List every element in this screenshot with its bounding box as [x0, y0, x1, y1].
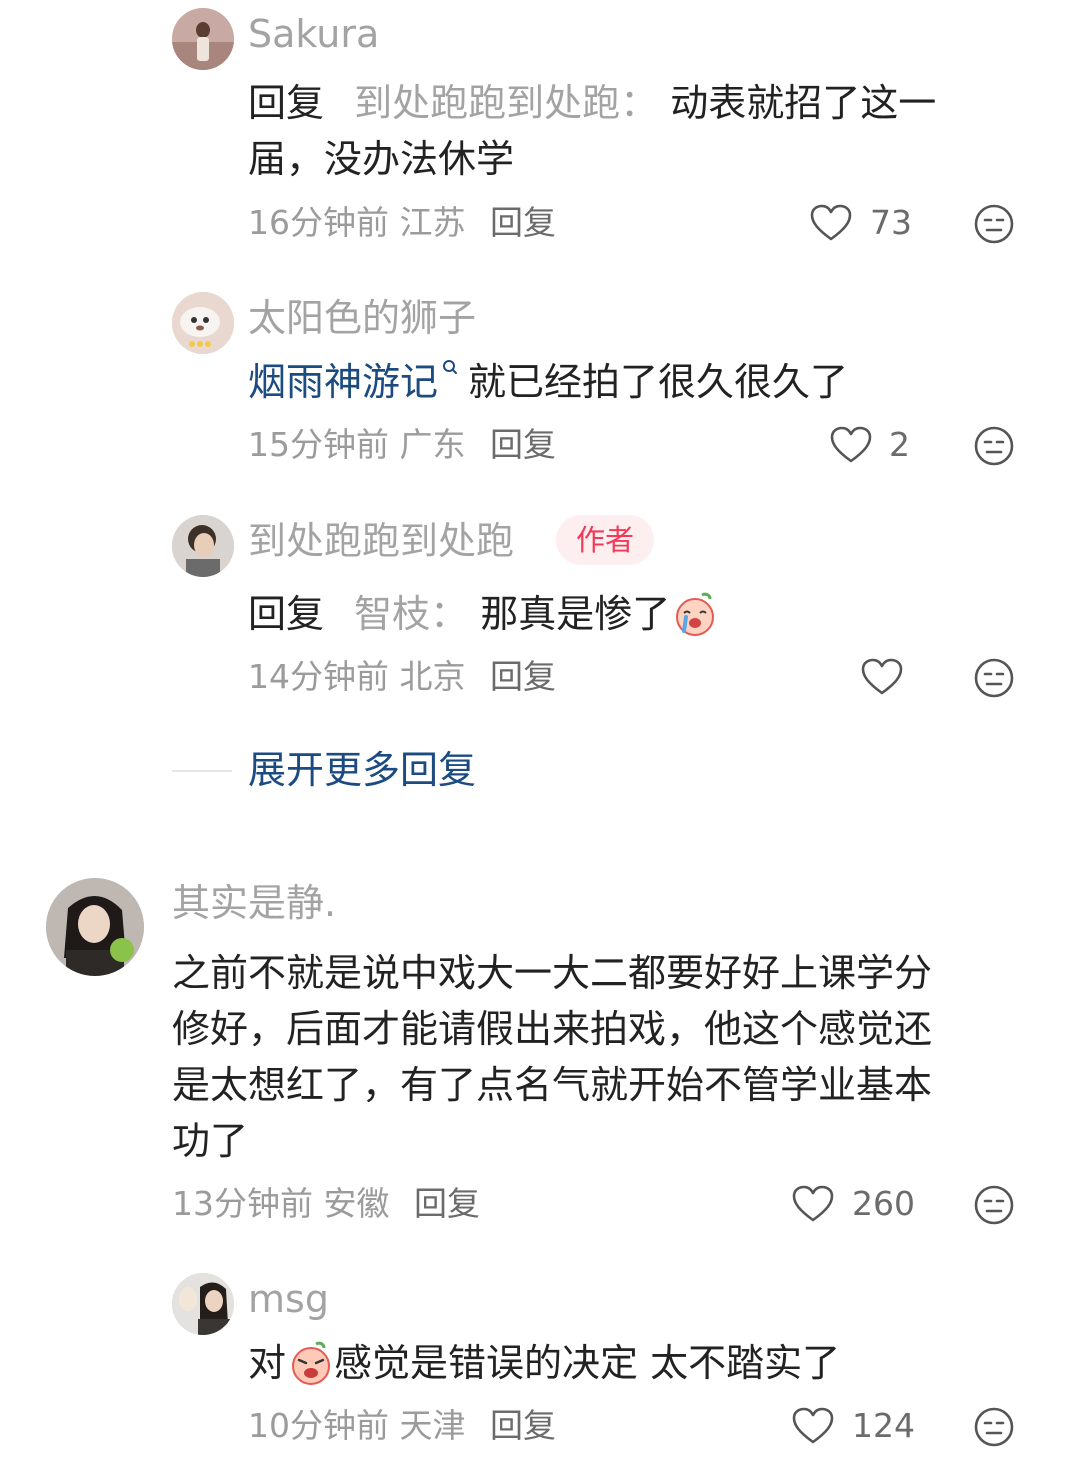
expand-more-replies[interactable]: 展开更多回复 [248, 751, 476, 789]
reply-button[interactable]: 回复 [490, 657, 556, 696]
comment-meta: 16分钟前 江苏 回复 [248, 206, 556, 239]
comment-text: 对 感觉是错误的决定 太不踏实了 [248, 1335, 840, 1391]
comment-text-continued: 届，没办法休学 [248, 137, 515, 181]
reply-button[interactable]: 回复 [490, 203, 556, 242]
timestamp: 16分钟前 [248, 203, 389, 242]
heart-outline-icon[interactable] [792, 1185, 834, 1223]
heart-outline-icon[interactable] [792, 1407, 834, 1445]
username[interactable]: Sakura [248, 15, 379, 53]
location: 天津 [399, 1406, 466, 1445]
like-count: 260 [852, 1184, 915, 1223]
topic-link[interactable]: 烟雨神游记 [248, 360, 438, 404]
username[interactable]: msg [248, 1280, 329, 1318]
heart-outline-icon[interactable] [810, 204, 852, 242]
upset-emoji [292, 1341, 331, 1385]
neutral-face-icon[interactable] [974, 426, 1014, 466]
username[interactable]: 其实是静. [172, 884, 336, 922]
comment-text: 回复 到处跑跑到处跑： 动表就招了这一 [248, 75, 936, 131]
divider [172, 770, 232, 772]
avatar[interactable] [172, 8, 234, 70]
comment-text-line: 那真是惨了 [480, 592, 671, 636]
comment-text-line: 修好，后面才能请假出来拍戏，他这个感觉还 [172, 1007, 933, 1051]
avatar[interactable] [46, 878, 144, 976]
comment-text-line: 之前不就是说中戏大一大二都要好好上课学分 [172, 951, 933, 995]
neutral-face-icon[interactable] [974, 1185, 1014, 1225]
comment-text: 回复 智枝： 那真是惨了 [248, 586, 718, 642]
comment-meta: 13分钟前 安徽 回复 [172, 1187, 480, 1220]
username[interactable]: 到处跑跑到处跑 [248, 522, 514, 560]
avatar[interactable] [172, 515, 234, 577]
comment-text: 烟雨神游记 就已经拍了很久很久了 [248, 354, 848, 410]
avatar[interactable] [172, 292, 234, 354]
comment-text-line: 功了 [172, 1119, 249, 1163]
comment-text-line: 就已经拍了很久很久了 [468, 360, 849, 404]
comment-text-start: 对 [248, 1341, 287, 1385]
reply-prefix: 回复 [248, 592, 325, 636]
location: 广东 [399, 425, 466, 464]
timestamp: 10分钟前 [248, 1406, 389, 1445]
reply-button[interactable]: 回复 [490, 1406, 556, 1445]
like-count: 124 [852, 1406, 915, 1445]
reply-button[interactable]: 回复 [490, 425, 556, 464]
comment-text-line: 是太想红了，有了点名气就开始不管学业基本 [172, 1063, 933, 1107]
comment-meta: 10分钟前 天津 回复 [248, 1409, 556, 1442]
like-count: 73 [870, 203, 912, 242]
reply-prefix: 回复 [248, 81, 325, 125]
comment-meta: 15分钟前 广东 回复 [248, 428, 556, 461]
search-icon [443, 360, 458, 374]
heart-outline-icon[interactable] [861, 658, 903, 696]
heart-outline-icon[interactable] [830, 426, 872, 464]
like-count: 2 [889, 425, 910, 464]
timestamp: 13分钟前 [172, 1184, 313, 1223]
timestamp: 14分钟前 [248, 657, 389, 696]
neutral-face-icon[interactable] [974, 658, 1014, 698]
crying-emoji [676, 592, 715, 636]
reply-target[interactable]: 到处跑跑到处跑： [354, 81, 658, 125]
reply-target[interactable]: 智枝： [354, 592, 468, 636]
comment-text-line: 感觉是错误的决定 太不踏实了 [334, 1341, 841, 1385]
neutral-face-icon[interactable] [974, 204, 1014, 244]
comment-meta: 14分钟前 北京 回复 [248, 660, 556, 693]
timestamp: 15分钟前 [248, 425, 389, 464]
neutral-face-icon[interactable] [974, 1407, 1014, 1447]
location: 安徽 [323, 1184, 390, 1223]
username[interactable]: 太阳色的狮子 [248, 299, 476, 337]
avatar[interactable] [172, 1273, 234, 1335]
location: 北京 [399, 657, 466, 696]
location: 江苏 [399, 203, 466, 242]
comment-text-line: 动表就招了这一 [670, 81, 937, 125]
author-badge: 作者 [556, 515, 655, 565]
comment-thread: Sakura 回复 到处跑跑到处跑： 动表就招了这一 届，没办法休学 16分钟前… [0, 0, 1079, 1462]
reply-button[interactable]: 回复 [414, 1184, 480, 1223]
